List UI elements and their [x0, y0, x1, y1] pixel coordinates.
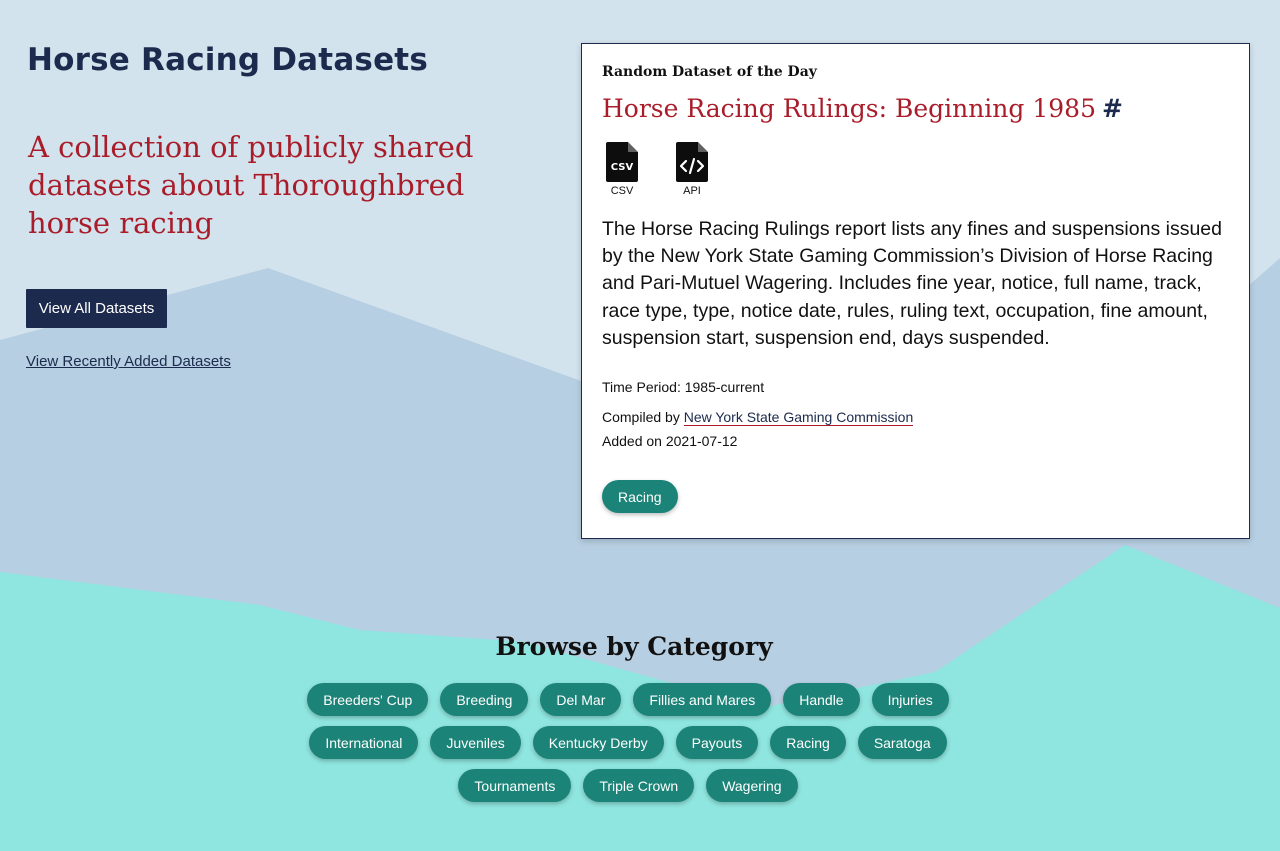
api-download[interactable]: API: [672, 142, 712, 197]
category-breeding[interactable]: Breeding: [440, 683, 529, 716]
category-row-3: Tournaments Triple Crown Wagering: [0, 769, 1256, 802]
permalink-anchor[interactable]: #: [1102, 94, 1123, 123]
browse-heading: Browse by Category: [495, 632, 773, 661]
category-handle[interactable]: Handle: [783, 683, 860, 716]
category-wagering[interactable]: Wagering: [706, 769, 798, 802]
view-all-datasets-button[interactable]: View All Datasets: [26, 289, 167, 328]
category-juveniles[interactable]: Juveniles: [430, 726, 521, 759]
api-file-icon: [676, 142, 708, 182]
time-period: Time Period: 1985-current: [602, 379, 765, 395]
dataset-of-the-day-card: Random Dataset of the Day Horse Racing R…: [581, 43, 1250, 539]
csv-file-icon: CSV: [606, 142, 638, 182]
card-kicker: Random Dataset of the Day: [602, 64, 817, 80]
dataset-description: The Horse Racing Rulings report lists an…: [602, 218, 1222, 349]
compiled-by: Compiled by New York State Gaming Commis…: [602, 409, 914, 426]
dataset-title: Horse Racing Rulings: Beginning 1985 #: [602, 94, 1123, 123]
compiled-by-link[interactable]: New York State Gaming Commission: [683, 409, 914, 426]
category-kentucky-derby[interactable]: Kentucky Derby: [532, 726, 664, 759]
compiled-by-prefix: Compiled by: [602, 409, 684, 425]
category-row-1: Breeders' Cup Breeding Del Mar Fillies a…: [0, 683, 1256, 716]
added-date: Added on 2021-07-12: [602, 433, 738, 449]
category-racing[interactable]: Racing: [770, 726, 846, 759]
view-recent-datasets-link[interactable]: View Recently Added Datasets: [26, 353, 231, 370]
site-tagline: A collection of publicly shared datasets…: [28, 130, 474, 240]
category-injuries[interactable]: Injuries: [871, 683, 949, 716]
category-payouts[interactable]: Payouts: [675, 726, 759, 759]
download-options: CSV CSV API: [602, 142, 712, 197]
card-tag-racing[interactable]: Racing: [602, 480, 678, 513]
category-fillies-and-mares[interactable]: Fillies and Mares: [633, 683, 772, 716]
category-triple-crown[interactable]: Triple Crown: [583, 769, 695, 802]
api-label: API: [683, 185, 701, 197]
category-del-mar[interactable]: Del Mar: [540, 683, 622, 716]
csv-download[interactable]: CSV CSV: [602, 142, 642, 197]
category-tournaments[interactable]: Tournaments: [458, 769, 572, 802]
category-international[interactable]: International: [309, 726, 419, 759]
dataset-title-text[interactable]: Horse Racing Rulings: Beginning 1985: [602, 94, 1096, 123]
csv-label: CSV: [610, 185, 634, 197]
category-breeders-cup[interactable]: Breeders' Cup: [307, 683, 429, 716]
category-row-2: International Juveniles Kentucky Derby P…: [0, 726, 1256, 759]
svg-text:CSV: CSV: [611, 162, 634, 173]
site-title: Horse Racing Datasets: [27, 42, 428, 78]
category-saratoga[interactable]: Saratoga: [857, 726, 947, 759]
